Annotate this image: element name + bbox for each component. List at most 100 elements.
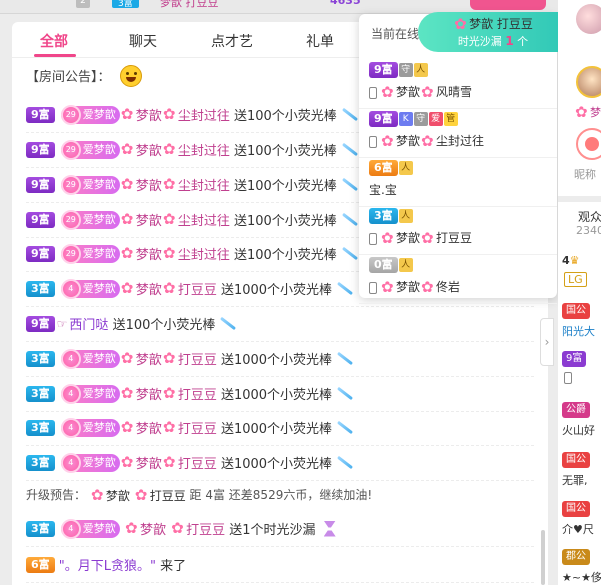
rich-level-badge: 3富 bbox=[26, 385, 55, 402]
entry-action-text: 来了 bbox=[160, 559, 187, 574]
viewer-name[interactable]: 火山好 bbox=[562, 422, 595, 438]
fan-badge: 4 爱梦歆 bbox=[60, 417, 120, 438]
fan-badge: 4 爱梦歆 bbox=[60, 348, 120, 369]
flower-icon bbox=[163, 384, 177, 402]
flower-icon bbox=[121, 175, 135, 193]
username[interactable]: 打豆豆 bbox=[150, 489, 186, 503]
viewer-name[interactable]: 阳光大 bbox=[562, 323, 595, 339]
right-username: 梦 bbox=[574, 103, 601, 121]
username[interactable]: 梦歆 bbox=[136, 109, 162, 124]
online-user-row[interactable]: 6富人宝.宝 bbox=[359, 160, 557, 207]
username[interactable]: 尘封过往 bbox=[436, 134, 484, 148]
viewer-name[interactable]: ★~★侈 bbox=[562, 569, 601, 585]
username[interactable]: "。月下L贪狼。" bbox=[59, 559, 156, 574]
username[interactable]: 梦歆 bbox=[136, 214, 162, 229]
online-user-name: 梦歆 佟岩 bbox=[369, 278, 460, 296]
gift-action-text: 送100个小荧光棒 bbox=[233, 144, 337, 159]
gift-action-text: 送100个小荧光棒 bbox=[233, 248, 337, 263]
flower-icon bbox=[163, 418, 177, 436]
viewer-name[interactable]: 介♥尺 bbox=[562, 521, 594, 537]
mobile-phone-icon bbox=[564, 372, 572, 384]
username[interactable]: 梦歆 bbox=[396, 134, 420, 148]
chat-scrollbar[interactable] bbox=[541, 530, 545, 585]
gift-action-text: 送100个小荧光棒 bbox=[233, 214, 337, 229]
username[interactable]: 打豆豆 bbox=[178, 388, 217, 403]
top-strip-button[interactable] bbox=[470, 0, 546, 10]
username[interactable]: 梦歆 bbox=[136, 422, 162, 437]
username[interactable]: 梦歆 bbox=[136, 388, 162, 403]
viewer-name[interactable]: 无罪, bbox=[562, 472, 588, 488]
username[interactable]: 梦歆 bbox=[136, 179, 162, 194]
online-user-row[interactable]: 9富守人梦歆 风晴雪 bbox=[359, 62, 557, 109]
rich-level-badge: 3富 bbox=[26, 520, 55, 537]
username[interactable]: 尘封过往 bbox=[178, 248, 230, 263]
username[interactable]: 西门哒 bbox=[69, 318, 108, 333]
username[interactable]: 梦歆 bbox=[140, 523, 166, 538]
flower-icon bbox=[125, 519, 139, 537]
rich-level-badge: 9富 bbox=[26, 106, 55, 123]
username[interactable]: 打豆豆 bbox=[178, 457, 217, 472]
username[interactable]: 打豆豆 bbox=[186, 523, 225, 538]
username[interactable]: 梦歆 bbox=[136, 248, 162, 263]
right-column: 梦 昵称 观众 2340 4♛ LG 国公阳光大9富公爵火山好国公无罪,国公介♥… bbox=[558, 0, 601, 585]
online-user-row[interactable]: 3富人梦歆 打豆豆 bbox=[359, 208, 557, 255]
flower-icon bbox=[163, 105, 177, 123]
top-strip-count: 4635 bbox=[330, 0, 361, 7]
username[interactable]: 打豆豆 bbox=[178, 422, 217, 437]
row-divider bbox=[359, 206, 557, 207]
username[interactable]: 梦歆 bbox=[396, 280, 420, 294]
rich-level-badge: 9富 bbox=[26, 211, 55, 228]
flower-icon bbox=[121, 210, 135, 228]
gift-action-text: 送100个小荧光棒 bbox=[233, 179, 337, 194]
avatar[interactable] bbox=[576, 128, 601, 160]
tab-gift-list[interactable]: 礼单 bbox=[306, 31, 334, 51]
username[interactable]: 宝.宝 bbox=[369, 183, 397, 197]
viewer-rank-tag: 国公 bbox=[562, 452, 590, 468]
username[interactable]: 梦歆 bbox=[136, 144, 162, 159]
rich-level-badge: 9富 bbox=[26, 245, 55, 262]
chevron-right-icon[interactable]: › bbox=[540, 318, 554, 366]
username[interactable]: 打豆豆 bbox=[436, 231, 472, 245]
gift-action-text: 送100个小荧光棒 bbox=[233, 109, 337, 124]
avatar[interactable] bbox=[576, 4, 601, 34]
active-tab-indicator bbox=[34, 54, 76, 57]
online-user-name: 梦歆 风晴雪 bbox=[369, 83, 472, 101]
row-divider bbox=[359, 108, 557, 109]
username[interactable]: 梦歆 bbox=[106, 489, 130, 503]
fan-badge: 4 爱梦歆 bbox=[60, 452, 120, 473]
username[interactable]: 打豆豆 bbox=[178, 353, 217, 368]
username[interactable]: 梦歆 bbox=[396, 85, 420, 99]
username[interactable]: 尘封过往 bbox=[178, 214, 230, 229]
online-user-row[interactable]: 0富人梦歆 佟岩 bbox=[359, 257, 557, 304]
flower-icon bbox=[381, 83, 395, 101]
online-user-row[interactable]: 9富K守爱管梦歆 尘封过往 bbox=[359, 111, 557, 158]
tab-all[interactable]: 全部 bbox=[40, 31, 68, 51]
mobile-phone-icon bbox=[369, 232, 377, 245]
username[interactable]: 梦歆 bbox=[136, 283, 162, 298]
fan-badge-label: 爱梦歆 bbox=[82, 521, 116, 535]
flower-icon bbox=[121, 244, 135, 262]
username[interactable]: 梦歆 bbox=[136, 457, 162, 472]
online-user-badges: 9富 K 守爱管 bbox=[369, 111, 458, 129]
flower-icon bbox=[163, 175, 177, 193]
glowstick-icon bbox=[337, 420, 354, 435]
username[interactable]: 佟岩 bbox=[436, 280, 460, 294]
username[interactable]: 梦歆 bbox=[136, 353, 162, 368]
pointing-hand-icon: ☞ bbox=[56, 316, 68, 331]
tab-talent[interactable]: 点才艺 bbox=[211, 31, 253, 51]
fan-level: 4 bbox=[60, 417, 81, 438]
fan-level: 29 bbox=[60, 243, 81, 264]
avatar[interactable] bbox=[576, 66, 601, 98]
username[interactable]: 风晴雪 bbox=[436, 85, 472, 99]
username[interactable]: 尘封过往 bbox=[178, 144, 230, 159]
gift-action-text: 送1000个小荧光棒 bbox=[220, 283, 333, 298]
username[interactable]: 梦歆 bbox=[396, 231, 420, 245]
lg-badge: LG bbox=[564, 272, 587, 287]
username[interactable]: 打豆豆 bbox=[178, 283, 217, 298]
username[interactable]: 尘封过往 bbox=[178, 179, 230, 194]
k-badge-icon: K bbox=[398, 112, 413, 126]
tab-chat[interactable]: 聊天 bbox=[129, 31, 157, 51]
glowstick-icon bbox=[341, 142, 358, 157]
gift-action-text: 送1000个小荧光棒 bbox=[220, 388, 333, 403]
username[interactable]: 尘封过往 bbox=[178, 109, 230, 124]
